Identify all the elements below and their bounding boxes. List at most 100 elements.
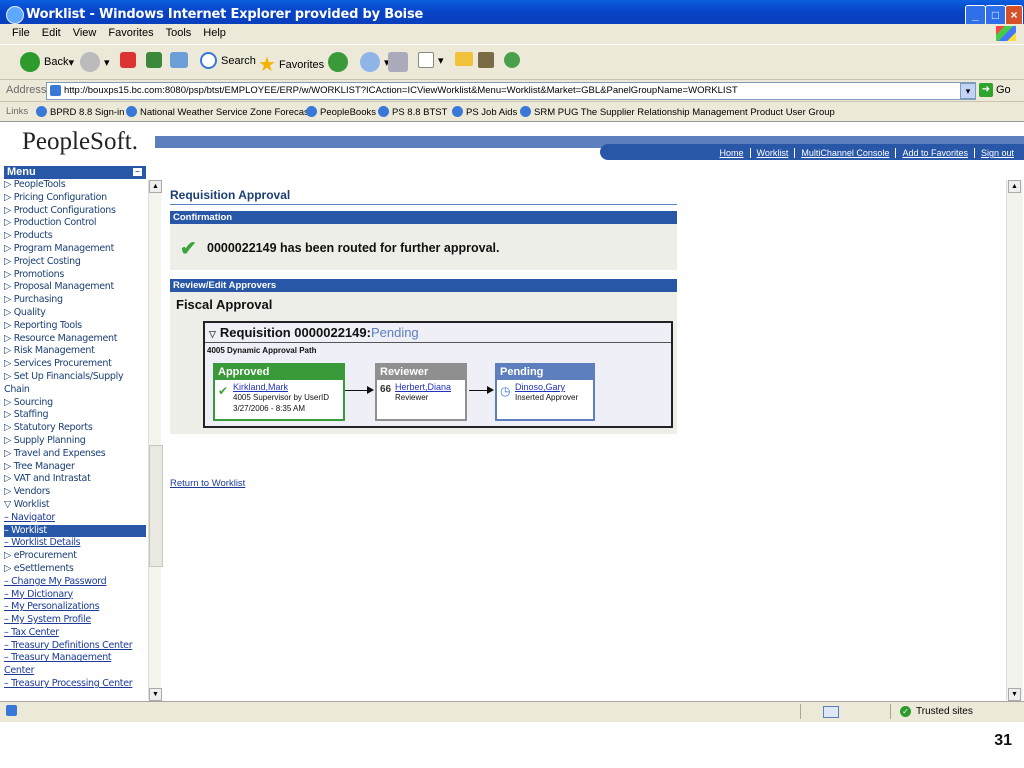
menu-item[interactable]: – My System Profile [4,614,146,627]
menu-item[interactable]: ▷ Program Management [4,243,146,256]
menu-item[interactable]: ▷ Reporting Tools [4,320,146,333]
menu-item[interactable]: ▷ Resource Management [4,333,146,346]
nav-sign-out[interactable]: Sign out [973,148,1014,158]
scroll-up-icon[interactable]: ▲ [1008,180,1021,193]
return-to-worklist-link[interactable]: Return to Worklist [170,478,245,489]
search-button[interactable]: Search [200,52,256,69]
menu-item[interactable]: – Treasury Management [4,652,146,665]
research-button[interactable] [478,52,498,68]
menu-item[interactable]: ▷ eSettlements [4,563,146,576]
menu-item[interactable]: ▽ Worklist [4,499,146,512]
approved-check-icon: ✔ [218,384,229,398]
menu-item[interactable]: ▷ Set Up Financials/Supply [4,371,146,384]
nav-home[interactable]: Home [714,148,744,158]
collapse-triangle-icon[interactable]: ▽ [209,329,216,339]
home-button[interactable] [170,52,192,68]
menu-item[interactable]: ▷ eProcurement [4,550,146,563]
menu-item[interactable]: – Navigator [4,512,146,525]
menu-item[interactable]: ▷ Vendors [4,486,146,499]
maximize-button[interactable]: □ [985,5,1006,26]
menu-item[interactable]: ▷ Promotions [4,269,146,282]
menu-item[interactable]: ▷ Proposal Management [4,281,146,294]
nav-add-favorites[interactable]: Add to Favorites [895,148,968,158]
address-dropdown-icon[interactable]: ▾ [960,83,976,99]
menu-item[interactable]: ▷ Services Procurement [4,358,146,371]
minimize-button[interactable]: _ [965,5,986,26]
link-job-aids[interactable]: PS Job Aids [452,106,517,118]
menu-edit[interactable]: Edit [36,24,67,39]
address-input[interactable]: http://bouxps15.bc.com:8080/psp/btst/EMP… [46,82,976,100]
menu-item[interactable]: – Treasury Processing Center [4,678,146,691]
menu-item[interactable]: – My Personalizations [4,601,146,614]
approver-link[interactable]: Herbert,Diana [395,382,451,392]
edit-button[interactable]: ▾ [418,52,444,68]
research-icon [478,52,494,68]
folder-icon [455,52,473,66]
go-button[interactable]: ➜ Go [979,83,1011,97]
refresh-icon [146,52,162,68]
menu-item[interactable]: – Treasury Definitions Center [4,640,146,653]
menu-view[interactable]: View [67,24,103,39]
menu-scroll-thumb[interactable] [149,445,163,567]
collapse-menu-icon[interactable]: – [133,168,142,176]
scroll-down-icon[interactable]: ▼ [1008,688,1021,701]
refresh-button[interactable] [146,52,166,68]
menu-item[interactable]: ▷ Staffing [4,409,146,422]
requisition-header[interactable]: ▽ Requisition 0000022149:Pending [205,323,671,343]
checkmark-icon: ✔ [180,238,197,260]
stop-button[interactable] [120,52,140,68]
link-bprd[interactable]: BPRD 8.8 Sign-in [36,106,124,118]
scroll-down-icon[interactable]: ▼ [149,688,162,701]
menu-item[interactable]: Center [4,665,146,678]
menu-item[interactable]: ▷ Statutory Reports [4,422,146,435]
menu-item[interactable]: ▷ PeopleTools [4,179,146,192]
menu-file[interactable]: File [6,24,36,39]
menu-item[interactable]: ▷ Product Configurations [4,205,146,218]
menu-item[interactable]: ▷ Supply Planning [4,435,146,448]
menu-item[interactable]: – Worklist Details [4,537,146,550]
favorites-button[interactable]: ★ Favorites [258,52,324,77]
menu-item[interactable]: – My Dictionary [4,589,146,602]
page-scrollbar[interactable]: ▲ ▼ [1006,180,1023,701]
menu-item[interactable]: ▷ Pricing Configuration [4,192,146,205]
menu-favorites[interactable]: Favorites [102,24,159,39]
link-peoplebooks[interactable]: PeopleBooks [306,106,376,118]
print-button[interactable] [388,52,412,72]
back-arrow-icon [20,52,40,72]
menu-help[interactable]: Help [197,24,232,39]
back-button[interactable]: Back ▾ [20,52,74,72]
history-button[interactable] [328,52,352,72]
menu-item[interactable]: ▷ Quality [4,307,146,320]
toolbar: Back ▾ ▾ Search ★ Favorites ▾ ▾ [0,44,1024,79]
approver-link[interactable]: Kirkland,Mark [233,382,288,392]
link-ps-btst[interactable]: PS 8.8 BTST [378,106,447,118]
close-button[interactable]: × [1005,5,1023,26]
mail-button[interactable]: ▾ [360,52,390,72]
scroll-up-icon[interactable]: ▲ [149,180,162,193]
nav-multichannel[interactable]: MultiChannel Console [794,148,890,158]
menu-item[interactable]: ▷ VAT and Intrastat [4,473,146,486]
forward-button[interactable]: ▾ [80,52,110,72]
folder-button[interactable] [455,52,477,66]
menu-item[interactable]: ▷ Purchasing [4,294,146,307]
window-title: Worklist - Windows Internet Explorer pro… [26,7,424,22]
messenger-button[interactable] [504,52,524,68]
menu-item[interactable]: Chain [4,384,146,397]
approver-link[interactable]: Dinoso,Gary [515,382,565,392]
menu-item[interactable]: ▷ Project Costing [4,256,146,269]
menu-item[interactable]: ▷ Travel and Expenses [4,448,146,461]
menu-item[interactable]: ▷ Production Control [4,217,146,230]
menu-item[interactable]: ▷ Tree Manager [4,461,146,474]
menu-item[interactable]: – Tax Center [4,627,146,640]
link-srm-pug[interactable]: SRM PUG The Supplier Relationship Manage… [520,106,835,118]
menu-item[interactable]: ▷ Sourcing [4,397,146,410]
menu-tools[interactable]: Tools [160,24,198,39]
link-weather[interactable]: National Weather Service Zone Forecast [126,106,311,118]
menu-item[interactable]: ▷ Products [4,230,146,243]
nav-worklist[interactable]: Worklist [749,148,789,158]
menu-item[interactable]: ▷ Risk Management [4,345,146,358]
approver-role: Inserted Approver [515,393,579,402]
menu-scrollbar[interactable]: ▲ ▼ [148,180,163,701]
menu-item[interactable]: – Worklist [4,524,146,538]
menu-item[interactable]: – Change My Password [4,576,146,589]
